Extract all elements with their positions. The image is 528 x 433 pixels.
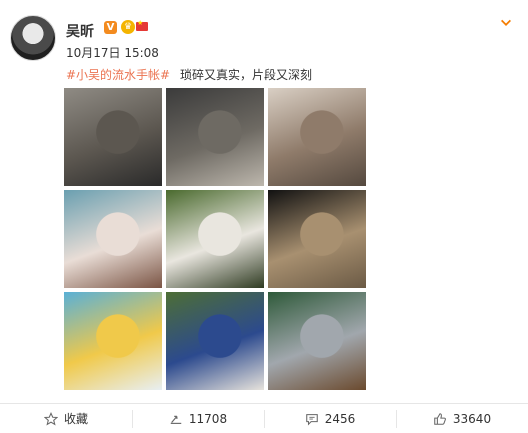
vip-crown-icon: ♛ xyxy=(121,20,135,34)
photo-grid xyxy=(64,88,368,391)
favorite-label: 收藏 xyxy=(63,412,88,426)
avatar[interactable] xyxy=(10,15,56,61)
chevron-down-icon[interactable] xyxy=(498,16,514,32)
comment-button[interactable]: 2456 xyxy=(264,404,396,433)
star-icon xyxy=(43,411,58,426)
post-text: #小吴的流水手帐# 琐碎又真实，片段又深刻 xyxy=(66,66,312,83)
photo-woman-scarf[interactable] xyxy=(268,88,366,186)
comment-count: 2456 xyxy=(324,411,356,426)
photo-woman-drink[interactable] xyxy=(64,190,162,288)
photo-dog-people[interactable] xyxy=(166,292,264,390)
like-button[interactable]: 33640 xyxy=(396,404,528,433)
photo-town-square[interactable] xyxy=(268,190,366,288)
weibo-post-card: 吴昕 V ♛ 10月17日 15:08 #小吴的流水手帐# 琐碎又真实，片段又深… xyxy=(0,0,528,433)
post-time[interactable]: 10月17日 15:08 xyxy=(66,44,159,61)
thumbs-up-icon xyxy=(434,412,446,425)
like-count: 33640 xyxy=(452,411,492,426)
comment-icon xyxy=(305,413,318,426)
repost-button[interactable]: 11708 xyxy=(132,404,264,433)
photo-lemon-drink[interactable] xyxy=(64,292,162,390)
favorite-button[interactable]: 收藏 xyxy=(0,404,132,433)
username[interactable]: 吴昕 xyxy=(66,21,94,41)
repost-icon xyxy=(170,415,182,424)
chevron-down-icon-svg xyxy=(501,19,511,26)
topic-link[interactable]: #小吴的流水手帐# xyxy=(66,68,170,82)
post-body: 琐碎又真实，片段又深刻 xyxy=(179,68,312,82)
photo-husky-dogs[interactable] xyxy=(166,88,264,186)
photo-lake-forest[interactable] xyxy=(268,292,366,390)
v-verified-icon: V xyxy=(104,21,117,34)
photo-woman-wall[interactable] xyxy=(64,88,162,186)
china-flag-icon xyxy=(136,19,148,31)
repost-count: 11708 xyxy=(188,411,228,426)
photo-white-dog[interactable] xyxy=(166,190,264,288)
